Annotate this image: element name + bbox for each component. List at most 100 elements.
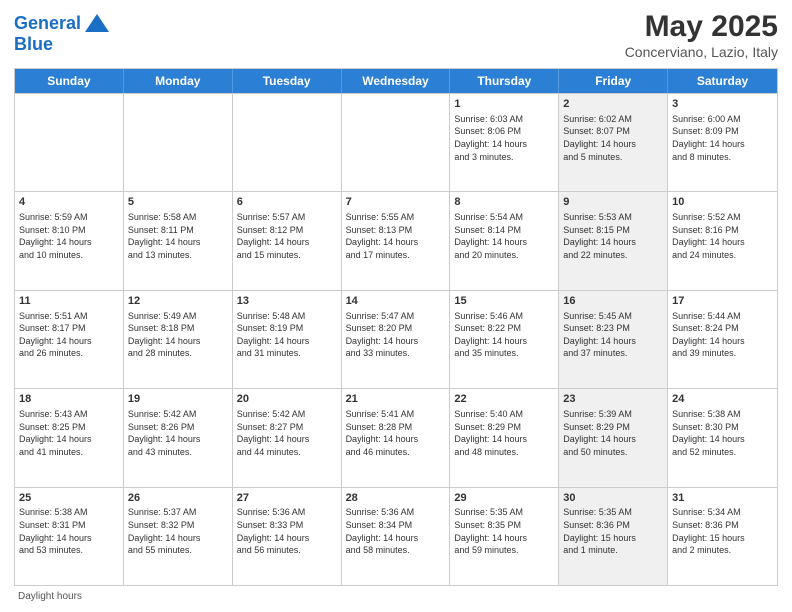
calendar-cell: 24Sunrise: 5:38 AM Sunset: 8:30 PM Dayli…	[668, 389, 777, 486]
calendar-cell: 9Sunrise: 5:53 AM Sunset: 8:15 PM Daylig…	[559, 192, 668, 289]
calendar-week-row: 18Sunrise: 5:43 AM Sunset: 8:25 PM Dayli…	[15, 388, 777, 486]
calendar-cell: 2Sunrise: 6:02 AM Sunset: 8:07 PM Daylig…	[559, 94, 668, 191]
calendar-week-row: 11Sunrise: 5:51 AM Sunset: 8:17 PM Dayli…	[15, 290, 777, 388]
calendar-cell: 22Sunrise: 5:40 AM Sunset: 8:29 PM Dayli…	[450, 389, 559, 486]
calendar-header-row: SundayMondayTuesdayWednesdayThursdayFrid…	[15, 69, 777, 93]
month-title: May 2025	[625, 10, 778, 44]
calendar-header-cell: Wednesday	[342, 69, 451, 93]
day-number: 1	[454, 97, 554, 112]
cell-info: Sunrise: 5:47 AM Sunset: 8:20 PM Dayligh…	[346, 310, 446, 360]
calendar-cell: 14Sunrise: 5:47 AM Sunset: 8:20 PM Dayli…	[342, 291, 451, 388]
day-number: 27	[237, 491, 337, 506]
day-number: 10	[672, 195, 773, 210]
calendar-week-row: 1Sunrise: 6:03 AM Sunset: 8:06 PM Daylig…	[15, 93, 777, 191]
calendar-cell: 27Sunrise: 5:36 AM Sunset: 8:33 PM Dayli…	[233, 488, 342, 585]
calendar: SundayMondayTuesdayWednesdayThursdayFrid…	[14, 68, 778, 586]
day-number: 26	[128, 491, 228, 506]
cell-info: Sunrise: 5:35 AM Sunset: 8:36 PM Dayligh…	[563, 506, 663, 556]
calendar-cell: 1Sunrise: 6:03 AM Sunset: 8:06 PM Daylig…	[450, 94, 559, 191]
calendar-cell	[124, 94, 233, 191]
calendar-header-cell: Tuesday	[233, 69, 342, 93]
day-number: 29	[454, 491, 554, 506]
cell-info: Sunrise: 5:57 AM Sunset: 8:12 PM Dayligh…	[237, 211, 337, 261]
day-number: 28	[346, 491, 446, 506]
day-number: 18	[19, 392, 119, 407]
calendar-header-cell: Sunday	[15, 69, 124, 93]
day-number: 21	[346, 392, 446, 407]
calendar-cell	[15, 94, 124, 191]
calendar-cell: 8Sunrise: 5:54 AM Sunset: 8:14 PM Daylig…	[450, 192, 559, 289]
day-number: 13	[237, 294, 337, 309]
calendar-cell: 6Sunrise: 5:57 AM Sunset: 8:12 PM Daylig…	[233, 192, 342, 289]
calendar-cell	[342, 94, 451, 191]
calendar-header-cell: Saturday	[668, 69, 777, 93]
cell-info: Sunrise: 5:54 AM Sunset: 8:14 PM Dayligh…	[454, 211, 554, 261]
cell-info: Sunrise: 5:55 AM Sunset: 8:13 PM Dayligh…	[346, 211, 446, 261]
calendar-cell: 3Sunrise: 6:00 AM Sunset: 8:09 PM Daylig…	[668, 94, 777, 191]
title-block: May 2025 Concerviano, Lazio, Italy	[625, 10, 778, 60]
day-number: 5	[128, 195, 228, 210]
cell-info: Sunrise: 5:35 AM Sunset: 8:35 PM Dayligh…	[454, 506, 554, 556]
logo-icon	[83, 10, 111, 38]
location: Concerviano, Lazio, Italy	[625, 44, 778, 60]
calendar-cell: 25Sunrise: 5:38 AM Sunset: 8:31 PM Dayli…	[15, 488, 124, 585]
logo: General Blue	[14, 10, 111, 55]
calendar-week-row: 25Sunrise: 5:38 AM Sunset: 8:31 PM Dayli…	[15, 487, 777, 585]
calendar-cell: 18Sunrise: 5:43 AM Sunset: 8:25 PM Dayli…	[15, 389, 124, 486]
day-number: 6	[237, 195, 337, 210]
cell-info: Sunrise: 5:43 AM Sunset: 8:25 PM Dayligh…	[19, 408, 119, 458]
day-number: 9	[563, 195, 663, 210]
calendar-cell: 29Sunrise: 5:35 AM Sunset: 8:35 PM Dayli…	[450, 488, 559, 585]
day-number: 4	[19, 195, 119, 210]
calendar-cell: 4Sunrise: 5:59 AM Sunset: 8:10 PM Daylig…	[15, 192, 124, 289]
cell-info: Sunrise: 5:49 AM Sunset: 8:18 PM Dayligh…	[128, 310, 228, 360]
cell-info: Sunrise: 5:36 AM Sunset: 8:34 PM Dayligh…	[346, 506, 446, 556]
calendar-cell: 13Sunrise: 5:48 AM Sunset: 8:19 PM Dayli…	[233, 291, 342, 388]
calendar-cell: 7Sunrise: 5:55 AM Sunset: 8:13 PM Daylig…	[342, 192, 451, 289]
cell-info: Sunrise: 6:03 AM Sunset: 8:06 PM Dayligh…	[454, 113, 554, 163]
day-number: 17	[672, 294, 773, 309]
cell-info: Sunrise: 6:02 AM Sunset: 8:07 PM Dayligh…	[563, 113, 663, 163]
cell-info: Sunrise: 5:53 AM Sunset: 8:15 PM Dayligh…	[563, 211, 663, 261]
cell-info: Sunrise: 6:00 AM Sunset: 8:09 PM Dayligh…	[672, 113, 773, 163]
cell-info: Sunrise: 5:44 AM Sunset: 8:24 PM Dayligh…	[672, 310, 773, 360]
cell-info: Sunrise: 5:51 AM Sunset: 8:17 PM Dayligh…	[19, 310, 119, 360]
cell-info: Sunrise: 5:45 AM Sunset: 8:23 PM Dayligh…	[563, 310, 663, 360]
day-number: 11	[19, 294, 119, 309]
logo-text: General	[14, 14, 81, 34]
day-number: 2	[563, 97, 663, 112]
day-number: 23	[563, 392, 663, 407]
day-number: 3	[672, 97, 773, 112]
cell-info: Sunrise: 5:42 AM Sunset: 8:27 PM Dayligh…	[237, 408, 337, 458]
calendar-body: 1Sunrise: 6:03 AM Sunset: 8:06 PM Daylig…	[15, 93, 777, 585]
cell-info: Sunrise: 5:42 AM Sunset: 8:26 PM Dayligh…	[128, 408, 228, 458]
calendar-cell: 17Sunrise: 5:44 AM Sunset: 8:24 PM Dayli…	[668, 291, 777, 388]
calendar-week-row: 4Sunrise: 5:59 AM Sunset: 8:10 PM Daylig…	[15, 191, 777, 289]
cell-info: Sunrise: 5:38 AM Sunset: 8:30 PM Dayligh…	[672, 408, 773, 458]
day-number: 7	[346, 195, 446, 210]
day-number: 16	[563, 294, 663, 309]
calendar-header-cell: Monday	[124, 69, 233, 93]
cell-info: Sunrise: 5:46 AM Sunset: 8:22 PM Dayligh…	[454, 310, 554, 360]
calendar-cell	[233, 94, 342, 191]
calendar-cell: 5Sunrise: 5:58 AM Sunset: 8:11 PM Daylig…	[124, 192, 233, 289]
calendar-cell: 15Sunrise: 5:46 AM Sunset: 8:22 PM Dayli…	[450, 291, 559, 388]
day-number: 30	[563, 491, 663, 506]
calendar-cell: 31Sunrise: 5:34 AM Sunset: 8:36 PM Dayli…	[668, 488, 777, 585]
day-number: 31	[672, 491, 773, 506]
day-number: 8	[454, 195, 554, 210]
calendar-cell: 21Sunrise: 5:41 AM Sunset: 8:28 PM Dayli…	[342, 389, 451, 486]
calendar-cell: 12Sunrise: 5:49 AM Sunset: 8:18 PM Dayli…	[124, 291, 233, 388]
header: General Blue May 2025 Concerviano, Lazio…	[14, 10, 778, 60]
day-number: 22	[454, 392, 554, 407]
calendar-cell: 20Sunrise: 5:42 AM Sunset: 8:27 PM Dayli…	[233, 389, 342, 486]
calendar-cell: 28Sunrise: 5:36 AM Sunset: 8:34 PM Dayli…	[342, 488, 451, 585]
cell-info: Sunrise: 5:34 AM Sunset: 8:36 PM Dayligh…	[672, 506, 773, 556]
day-number: 25	[19, 491, 119, 506]
cell-info: Sunrise: 5:48 AM Sunset: 8:19 PM Dayligh…	[237, 310, 337, 360]
cell-info: Sunrise: 5:41 AM Sunset: 8:28 PM Dayligh…	[346, 408, 446, 458]
cell-info: Sunrise: 5:52 AM Sunset: 8:16 PM Dayligh…	[672, 211, 773, 261]
cell-info: Sunrise: 5:59 AM Sunset: 8:10 PM Dayligh…	[19, 211, 119, 261]
day-number: 15	[454, 294, 554, 309]
cell-info: Sunrise: 5:37 AM Sunset: 8:32 PM Dayligh…	[128, 506, 228, 556]
